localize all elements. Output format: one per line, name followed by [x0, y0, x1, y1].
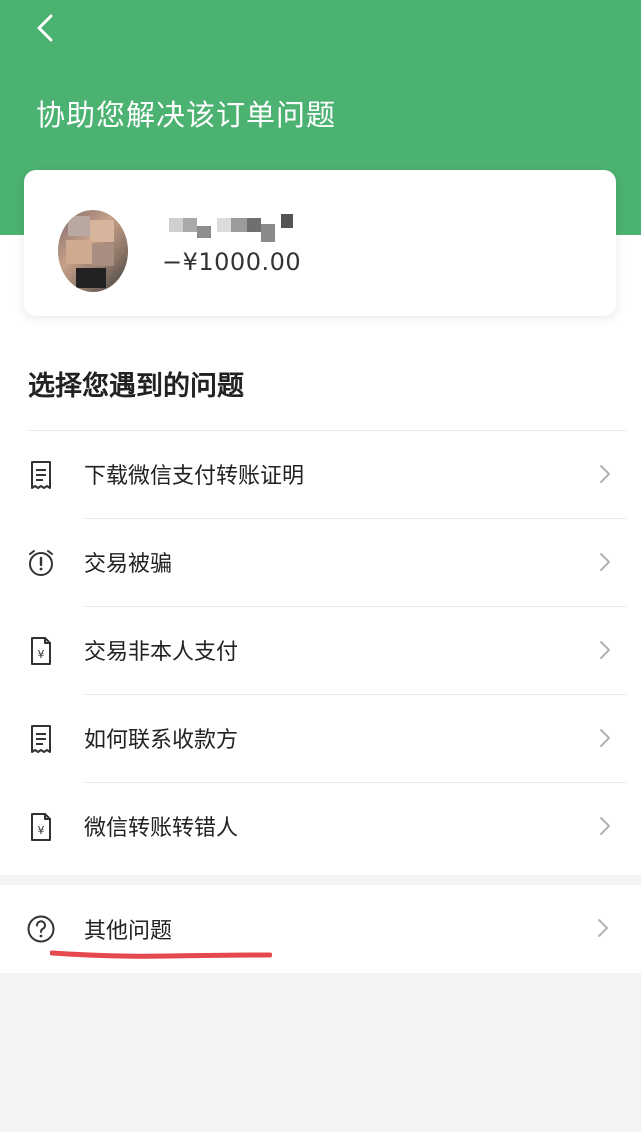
order-card: −¥1000.00: [24, 170, 616, 316]
problem-label: 交易被骗: [84, 552, 173, 577]
svg-text:¥: ¥: [38, 648, 45, 661]
divider: [84, 694, 627, 695]
red-underline-annotation: [50, 950, 272, 959]
problem-label: 下载微信支付转账证明: [84, 464, 305, 489]
yuan-document-icon: ¥: [26, 636, 56, 666]
payee-name-blurred: [169, 214, 329, 242]
question-circle-icon: [26, 914, 56, 944]
chevron-right-icon: [597, 918, 613, 940]
divider: [84, 782, 627, 783]
chevron-right-icon: [597, 551, 613, 573]
back-button[interactable]: [30, 10, 60, 46]
chevron-left-icon: [37, 14, 53, 42]
receipt-icon: [26, 460, 56, 490]
divider: [28, 430, 627, 431]
receipt-icon: [26, 724, 56, 754]
chevron-right-icon: [597, 639, 613, 661]
problem-list: 下载微信支付转账证明 交易被骗 ¥ 交易非本人支付 如何联系收款方 ¥ 微信转账…: [0, 430, 641, 870]
alert-clock-icon: [26, 548, 56, 578]
problem-label: 其他问题: [84, 919, 173, 944]
order-amount: −¥1000.00: [162, 248, 302, 276]
divider: [84, 518, 627, 519]
section-title: 选择您遇到的问题: [28, 371, 244, 402]
problem-item-not-self-payment[interactable]: ¥ 交易非本人支付: [0, 606, 641, 694]
problem-label: 微信转账转错人: [84, 816, 239, 841]
avatar: [58, 210, 128, 292]
divider: [84, 606, 627, 607]
svg-text:¥: ¥: [38, 824, 45, 837]
yuan-document-icon: ¥: [26, 812, 56, 842]
problem-item-contact-payee[interactable]: 如何联系收款方: [0, 694, 641, 782]
problem-label: 交易非本人支付: [84, 640, 239, 665]
problem-label: 如何联系收款方: [84, 728, 239, 753]
problem-item-wrong-recipient[interactable]: ¥ 微信转账转错人: [0, 782, 641, 870]
chevron-right-icon: [597, 815, 613, 837]
chevron-right-icon: [597, 727, 613, 749]
problem-item-other[interactable]: 其他问题: [0, 885, 641, 973]
problem-item-scammed[interactable]: 交易被骗: [0, 518, 641, 606]
problem-item-download-proof[interactable]: 下载微信支付转账证明: [0, 430, 641, 518]
chevron-right-icon: [597, 463, 613, 485]
page-title: 协助您解决该订单问题: [36, 98, 337, 132]
